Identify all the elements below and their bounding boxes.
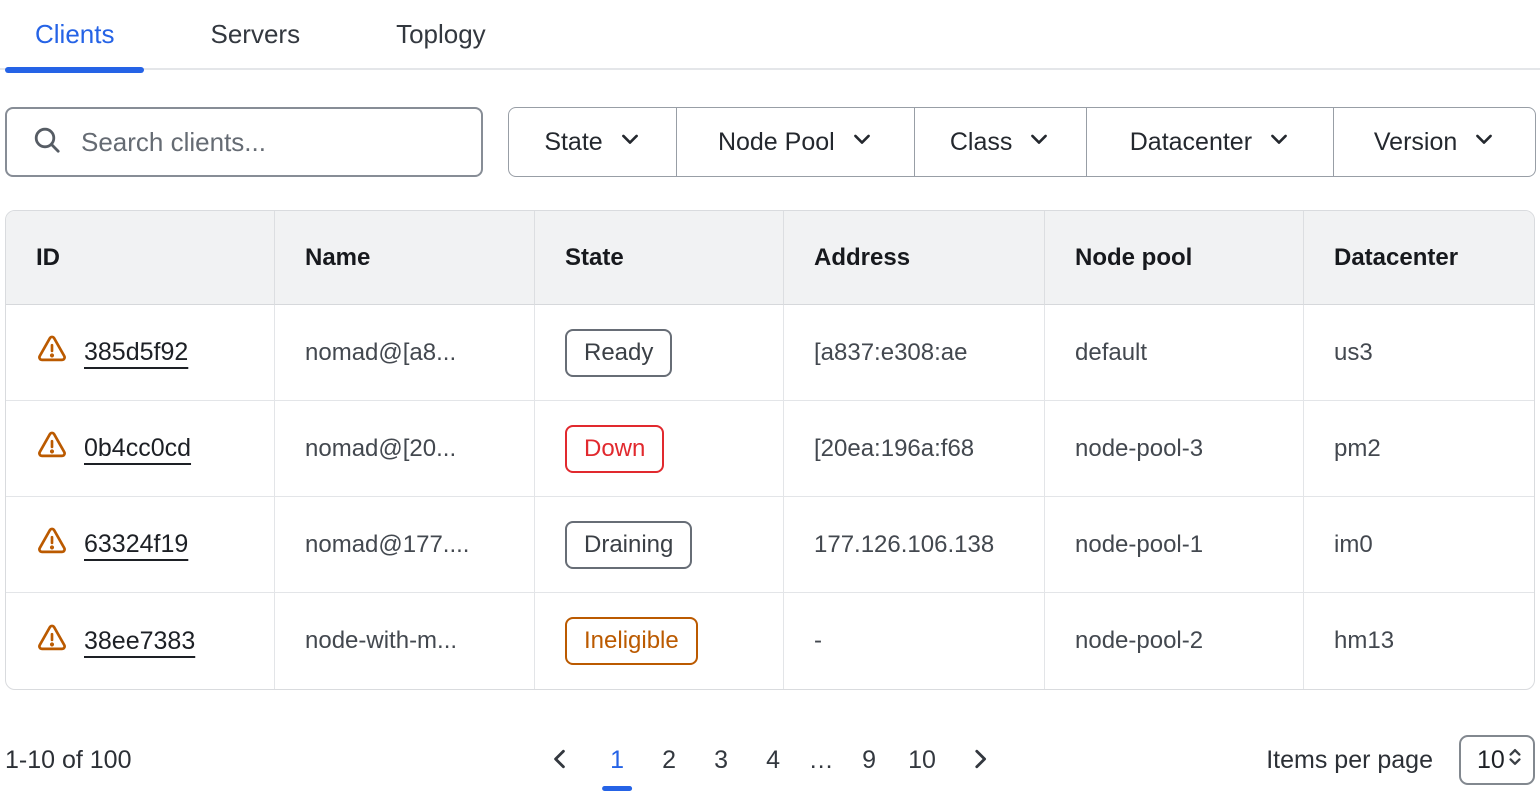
items-per-page-value: 10 xyxy=(1477,746,1505,775)
search-icon xyxy=(31,124,63,161)
filter-class-dropdown[interactable]: Class xyxy=(914,108,1086,176)
client-node-pool: node-pool-3 xyxy=(1044,401,1303,497)
table-row[interactable]: 0b4cc0cd nomad@[20... Down [20ea:196a:f6… xyxy=(6,401,1534,497)
filter-version-dropdown[interactable]: Version xyxy=(1333,108,1535,176)
items-per-page-label: Items per page xyxy=(1266,746,1433,775)
tab-bar: Clients Servers Toplogy xyxy=(0,0,1540,70)
chevron-down-icon xyxy=(1268,128,1290,157)
page-button-10[interactable]: 10 xyxy=(902,736,942,784)
select-caret-icon xyxy=(1505,746,1525,775)
previous-page-button[interactable] xyxy=(536,736,584,784)
tab-topology-label: Toplogy xyxy=(396,19,486,50)
tab-clients[interactable]: Clients xyxy=(5,0,144,69)
client-address: - xyxy=(783,593,1044,689)
column-header-node-pool: Node pool xyxy=(1044,211,1303,305)
chevron-down-icon xyxy=(1028,128,1050,157)
client-id-cell: 0b4cc0cd xyxy=(6,401,274,497)
column-header-address: Address xyxy=(783,211,1044,305)
chevron-down-icon xyxy=(851,128,873,157)
items-per-page-select[interactable]: 10 xyxy=(1459,735,1535,785)
pagination-range-text: 1-10 of 100 xyxy=(5,746,132,775)
client-name: nomad@[a8... xyxy=(274,305,534,401)
search-box[interactable] xyxy=(5,107,483,177)
filter-version-label: Version xyxy=(1374,128,1457,157)
chevron-down-icon xyxy=(619,128,641,157)
column-header-name: Name xyxy=(274,211,534,305)
client-datacenter: im0 xyxy=(1303,497,1534,593)
state-badge: Down xyxy=(565,425,664,473)
table-row[interactable]: 63324f19 nomad@177.... Draining 177.126.… xyxy=(6,497,1534,593)
client-id-cell: 385d5f92 xyxy=(6,305,274,401)
client-id-link[interactable]: 63324f19 xyxy=(84,530,188,559)
pagination-ellipsis: … xyxy=(806,746,836,775)
column-header-id: ID xyxy=(6,211,274,305)
client-name: nomad@177.... xyxy=(274,497,534,593)
client-address: 177.126.106.138 xyxy=(783,497,1044,593)
client-node-pool: node-pool-2 xyxy=(1044,593,1303,689)
tab-topology[interactable]: Toplogy xyxy=(366,0,516,69)
client-node-pool: default xyxy=(1044,305,1303,401)
search-input[interactable] xyxy=(81,127,461,158)
chevron-down-icon xyxy=(1473,128,1495,157)
page-button-1[interactable]: 1 xyxy=(598,736,636,784)
filter-node-pool-label: Node Pool xyxy=(718,128,835,157)
filter-state-dropdown[interactable]: State xyxy=(509,108,676,176)
client-node-pool: node-pool-1 xyxy=(1044,497,1303,593)
warning-triangle-icon xyxy=(36,333,68,372)
client-name: node-with-m... xyxy=(274,593,534,689)
pager: 1 2 3 4 … 9 10 xyxy=(536,736,1004,784)
chevron-right-icon xyxy=(968,747,992,774)
clients-table: ID Name State Address Node pool Datacent… xyxy=(5,210,1535,690)
table-header-row: ID Name State Address Node pool Datacent… xyxy=(6,211,1534,305)
state-badge: Ready xyxy=(565,329,672,377)
client-datacenter: hm13 xyxy=(1303,593,1534,689)
client-id-link[interactable]: 0b4cc0cd xyxy=(84,434,191,463)
clients-page: Clients Servers Toplogy State Node Pool xyxy=(0,0,1540,798)
controls-row: State Node Pool Class Datacenter Version xyxy=(5,107,1536,177)
tab-servers[interactable]: Servers xyxy=(180,0,330,69)
client-datacenter: us3 xyxy=(1303,305,1534,401)
filter-state-label: State xyxy=(544,128,602,157)
column-header-state: State xyxy=(534,211,783,305)
filter-datacenter-label: Datacenter xyxy=(1130,128,1252,157)
warning-triangle-icon xyxy=(36,525,68,564)
next-page-button[interactable] xyxy=(956,736,1004,784)
tab-servers-label: Servers xyxy=(210,19,300,50)
page-button-2[interactable]: 2 xyxy=(650,736,688,784)
filter-group: State Node Pool Class Datacenter Version xyxy=(508,107,1536,177)
client-id-cell: 38ee7383 xyxy=(6,593,274,689)
state-badge: Draining xyxy=(565,521,692,569)
table-row[interactable]: 38ee7383 node-with-m... Ineligible - nod… xyxy=(6,593,1534,689)
client-id-link[interactable]: 38ee7383 xyxy=(84,627,195,656)
warning-triangle-icon xyxy=(36,622,68,661)
client-address: [20ea:196a:f68 xyxy=(783,401,1044,497)
client-name: nomad@[20... xyxy=(274,401,534,497)
client-id-link[interactable]: 385d5f92 xyxy=(84,338,188,367)
column-header-datacenter: Datacenter xyxy=(1303,211,1534,305)
page-button-3[interactable]: 3 xyxy=(702,736,740,784)
tab-clients-label: Clients xyxy=(35,19,114,50)
pagination-bar: 1-10 of 100 1 2 3 4 … 9 10 Items per pag… xyxy=(5,722,1535,798)
client-address: [a837:e308:ae xyxy=(783,305,1044,401)
warning-triangle-icon xyxy=(36,429,68,468)
table-row[interactable]: 385d5f92 nomad@[a8... Ready [a837:e308:a… xyxy=(6,305,1534,401)
filter-node-pool-dropdown[interactable]: Node Pool xyxy=(676,108,914,176)
page-button-9[interactable]: 9 xyxy=(850,736,888,784)
filter-datacenter-dropdown[interactable]: Datacenter xyxy=(1086,108,1334,176)
page-button-4[interactable]: 4 xyxy=(754,736,792,784)
items-per-page-group: Items per page 10 xyxy=(1266,735,1535,785)
client-datacenter: pm2 xyxy=(1303,401,1534,497)
filter-class-label: Class xyxy=(950,128,1013,157)
chevron-left-icon xyxy=(548,747,572,774)
state-badge: Ineligible xyxy=(565,617,698,665)
client-id-cell: 63324f19 xyxy=(6,497,274,593)
